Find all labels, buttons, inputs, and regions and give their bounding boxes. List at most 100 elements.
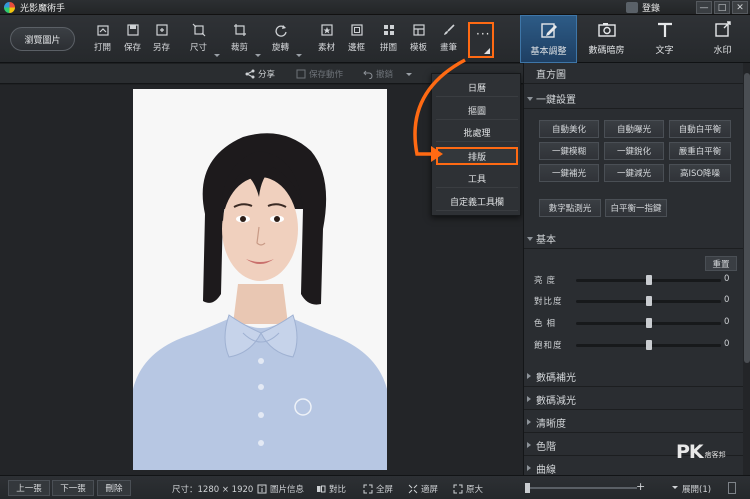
histogram-label: 直方圖: [536, 69, 566, 81]
panel-scrollbar-thumb[interactable]: [744, 73, 750, 363]
basic-label: 基本: [536, 234, 556, 246]
auto-exposure-button[interactable]: 自動曝光: [604, 120, 664, 138]
expand-filmstrip-button[interactable]: 展開(1): [682, 483, 711, 495]
zoom-slider-track[interactable]: [527, 487, 637, 489]
undo-button[interactable]: 撤銷: [363, 68, 393, 80]
compare-button[interactable]: 對比: [316, 483, 346, 495]
close-button[interactable]: ✕: [732, 1, 748, 14]
tab-digital-darkroom-label: 數碼暗房: [588, 46, 625, 56]
one-click-reduce-light-button[interactable]: 一鍵減光: [604, 164, 664, 182]
saveas-label: 另存: [153, 43, 171, 53]
browse-images-button[interactable]: 瀏覽圖片: [10, 27, 75, 51]
fullscreen-button[interactable]: 全屏: [363, 483, 393, 495]
watermark-pk: PK: [676, 441, 704, 463]
crop-label: 裁剪: [231, 43, 249, 53]
hue-value: 0: [724, 317, 730, 327]
expand-caret-icon[interactable]: [672, 486, 678, 489]
more-dots-icon: ···: [476, 27, 491, 41]
section-reduce-light[interactable]: 數碼減光: [524, 389, 743, 410]
expand-arrow-icon: [527, 97, 533, 101]
save-label: 保存: [124, 43, 142, 53]
reset-button[interactable]: 重置: [705, 256, 737, 271]
auto-white-balance-button[interactable]: 自動白平衡: [669, 120, 731, 138]
zoom-slider-thumb[interactable]: [524, 483, 530, 493]
severe-white-balance-button[interactable]: 嚴重白平衡: [669, 142, 731, 160]
save-action-label: 保存動作: [309, 70, 344, 80]
zoom-in-icon[interactable]: +: [636, 480, 645, 493]
open-icon: [96, 23, 110, 37]
size-label: 尺寸: [190, 43, 208, 53]
share-button[interactable]: 分享: [245, 68, 275, 80]
brightness-thumb[interactable]: [645, 275, 652, 285]
panel-scrollbar[interactable]: [743, 63, 750, 475]
filmstrip-toggle-icon[interactable]: [728, 482, 736, 494]
original-size-button[interactable]: 原大: [453, 483, 483, 495]
one-click-sharpen-button[interactable]: 一鍵銳化: [604, 142, 664, 160]
reduce-light-label: 數碼減光: [536, 395, 576, 407]
hue-slider-row: 色相 0: [524, 315, 743, 331]
border-icon: [350, 23, 364, 37]
one-click-fill-light-button[interactable]: 一鍵補光: [539, 164, 599, 182]
saturation-thumb[interactable]: [645, 340, 652, 350]
fullscreen-icon: [363, 484, 373, 494]
section-basic[interactable]: 基本: [524, 228, 743, 249]
camera-icon: [597, 23, 616, 37]
maximize-button[interactable]: □: [714, 1, 730, 14]
adjust-panel: 直方圖 一鍵設置 自動美化 自動曝光 自動白平衡 一鍵模糊 一鍵銳化 嚴重白平衡…: [523, 63, 750, 475]
open-button[interactable]: 打開: [94, 23, 111, 59]
status-bar: 上一張 下一張 刪除 尺寸：1280 × 1920 圖片信息 對比 全屏 適屏 …: [0, 475, 750, 499]
delete-button[interactable]: 刪除: [97, 480, 131, 496]
saturation-slider-row: 飽和度 0: [524, 337, 743, 353]
saveas-button[interactable]: 另存: [153, 23, 170, 59]
section-histogram[interactable]: 直方圖: [524, 63, 743, 84]
rotate-icon: [274, 23, 288, 37]
user-icon[interactable]: [625, 2, 638, 13]
login-link[interactable]: 登錄: [642, 1, 660, 14]
next-image-button[interactable]: 下一張: [52, 480, 94, 496]
border-button[interactable]: 邊框: [348, 23, 365, 59]
rotate-dropdown-caret-icon[interactable]: [296, 54, 302, 57]
share-label: 分享: [258, 70, 276, 80]
image-info-button[interactable]: 圖片信息: [257, 483, 304, 495]
clarity-label: 清晰度: [536, 418, 566, 430]
material-icon: [320, 23, 334, 37]
save-button[interactable]: 保存: [124, 23, 141, 59]
undo-label: 撤銷: [376, 70, 394, 80]
save-action-button[interactable]: 保存動作: [296, 68, 343, 80]
tab-digital-darkroom[interactable]: 數碼暗房: [578, 15, 635, 63]
section-clarity[interactable]: 清晰度: [524, 412, 743, 433]
size-dropdown-caret-icon[interactable]: [214, 54, 220, 57]
tab-text[interactable]: 文字: [636, 15, 693, 63]
section-fill-light[interactable]: 數碼補光: [524, 366, 743, 387]
collapse-arrow-icon: [527, 419, 531, 425]
fit-screen-button[interactable]: 適屏: [408, 483, 438, 495]
rotate-button[interactable]: 旋轉: [272, 23, 289, 59]
action-icon: [296, 69, 306, 79]
one-click-blur-button[interactable]: 一鍵模糊: [539, 142, 599, 160]
brightness-value: 0: [724, 274, 730, 284]
material-button[interactable]: 素材: [318, 23, 335, 59]
crop-button[interactable]: 裁剪: [231, 23, 248, 59]
pk-watermark-logo: PK 痞客邦: [676, 441, 726, 463]
tab-watermark[interactable]: 水印: [694, 15, 750, 63]
watermark-sub: 痞客邦: [704, 451, 726, 459]
auto-beautify-button[interactable]: 自動美化: [539, 120, 599, 138]
collapse-arrow-icon: [527, 465, 531, 471]
tab-watermark-label: 水印: [713, 46, 732, 56]
white-balance-picker-button[interactable]: 白平衡一指鍵: [605, 199, 667, 217]
prev-image-button[interactable]: 上一張: [8, 480, 50, 496]
tab-basic-adjust[interactable]: 基本調整: [520, 15, 577, 63]
expand-arrow-icon: [527, 237, 533, 241]
minimize-button[interactable]: —: [696, 1, 712, 14]
save-icon: [126, 23, 140, 37]
high-iso-denoise-button[interactable]: 高ISO降噪: [669, 164, 731, 182]
menu-item-tools[interactable]: 工具: [436, 170, 518, 188]
menu-item-custom-toolbar[interactable]: 自定義工具欄: [436, 193, 518, 211]
crop-dropdown-caret-icon[interactable]: [255, 54, 261, 57]
digital-spot-metering-button[interactable]: 數字點測光: [539, 199, 601, 217]
levels-label: 色階: [536, 441, 556, 453]
hue-thumb[interactable]: [645, 318, 652, 328]
contrast-thumb[interactable]: [645, 296, 652, 306]
section-one-click[interactable]: 一鍵設置: [524, 88, 743, 109]
size-button[interactable]: 尺寸: [190, 23, 207, 59]
